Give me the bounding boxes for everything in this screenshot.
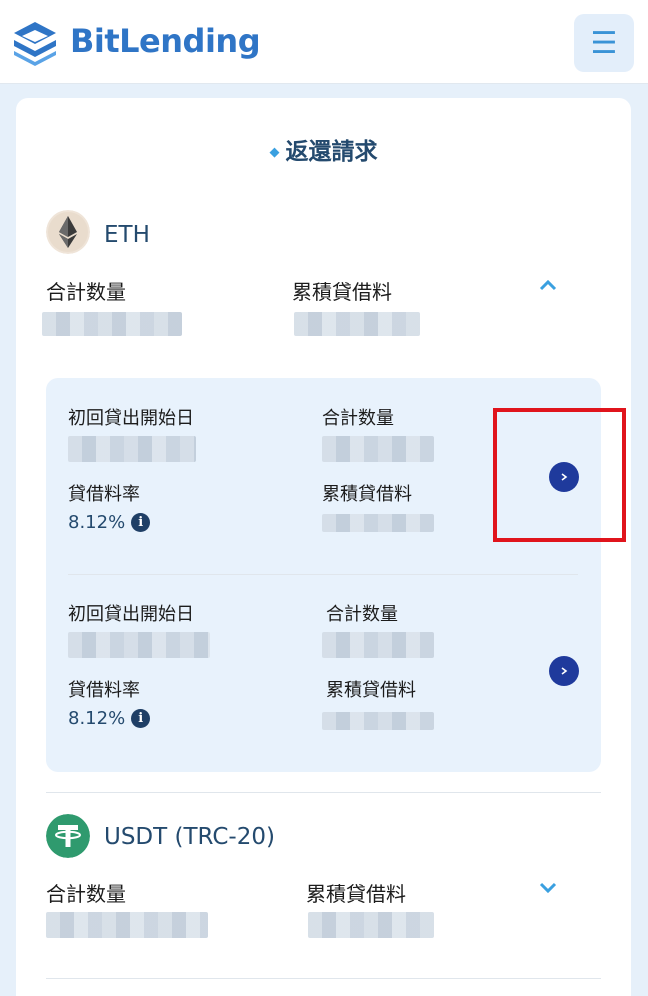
coin-name-usdt: USDT (TRC-20)	[104, 824, 275, 850]
chevron-right-icon	[561, 667, 568, 675]
entry-rate: 8.12% i	[68, 512, 151, 533]
diamond-icon: ◆	[269, 145, 280, 160]
highlight-box	[493, 408, 626, 542]
coin-divider	[46, 792, 601, 793]
entry-total-label: 合計数量	[322, 408, 394, 429]
entry-rate-label: 貸借料率	[68, 680, 140, 701]
entry-start-date-label: 初回貸出開始日	[68, 408, 194, 429]
info-icon[interactable]: i	[131, 513, 151, 532]
entry-rate-value: 8.12%	[68, 708, 126, 729]
entry-total-redacted	[322, 436, 434, 462]
coin-name-eth: ETH	[104, 222, 150, 248]
entry-fee-redacted	[322, 514, 434, 532]
entry-rate: 8.12% i	[68, 708, 151, 729]
entry-detail-button[interactable]	[549, 656, 579, 686]
eth-total-label: 合計数量	[46, 280, 126, 304]
info-icon[interactable]: i	[131, 709, 151, 728]
entry-total-redacted	[322, 632, 434, 658]
entry-fee-label: 累積貸借料	[326, 680, 416, 701]
eth-fee-value-redacted	[294, 312, 420, 336]
entry-divider	[68, 574, 578, 575]
menu-button[interactable]: ☰	[574, 14, 634, 72]
entry-total-label: 合計数量	[326, 604, 398, 625]
page-title: ◆ 返還請求	[16, 132, 631, 166]
entry-fee-label: 累積貸借料	[322, 484, 412, 505]
eth-total-value-redacted	[42, 312, 182, 336]
hamburger-menu-icon: ☰	[590, 25, 618, 61]
app-header: BitLending ☰	[0, 0, 648, 84]
brand-name[interactable]: BitLending	[70, 22, 261, 60]
return-request-card: ◆ 返還請求 ETH 合計数量 累積貸借料 初回貸出開始日 合計数量 貸借料率 累…	[16, 98, 631, 996]
chevron-up-icon[interactable]	[538, 278, 558, 292]
usdt-total-label: 合計数量	[46, 882, 126, 906]
ethereum-icon	[46, 210, 90, 254]
usdt-fee-value-redacted	[308, 912, 434, 938]
coin-divider	[46, 978, 601, 979]
bitlending-logo-icon[interactable]	[12, 20, 58, 66]
usdt-total-value-redacted	[46, 912, 208, 938]
page-title-text: 返還請求	[285, 139, 378, 165]
usdt-fee-label: 累積貸借料	[306, 882, 406, 906]
entry-start-date-redacted	[68, 632, 210, 658]
entry-start-date-redacted	[68, 436, 196, 462]
entry-rate-label: 貸借料率	[68, 484, 140, 505]
entry-start-date-label: 初回貸出開始日	[68, 604, 194, 625]
eth-fee-label: 累積貸借料	[292, 280, 392, 304]
tether-icon	[46, 814, 90, 858]
entry-rate-value: 8.12%	[68, 512, 126, 533]
chevron-down-icon[interactable]	[538, 880, 558, 894]
entry-fee-redacted	[322, 712, 434, 730]
